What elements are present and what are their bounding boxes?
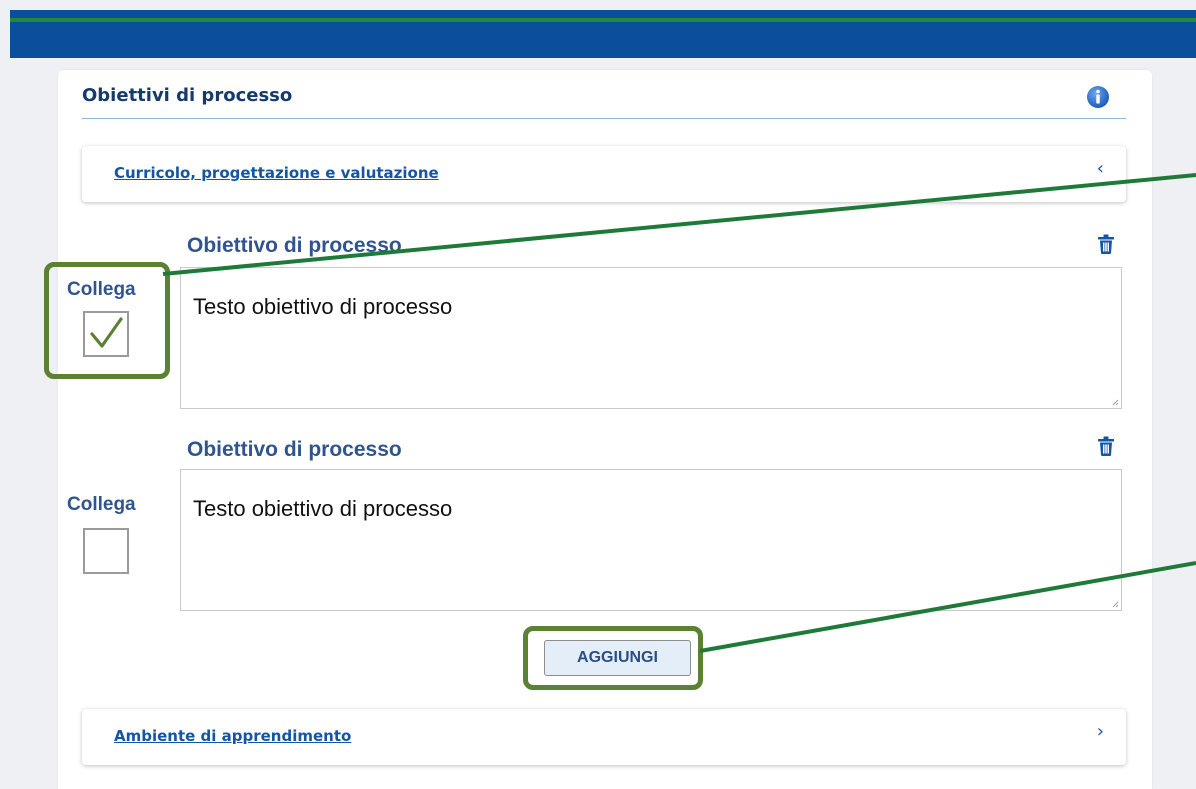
callout-line-add-button	[699, 561, 1196, 653]
callout-lines	[162, 173, 1196, 653]
callout-line-checkbox	[162, 173, 1196, 276]
